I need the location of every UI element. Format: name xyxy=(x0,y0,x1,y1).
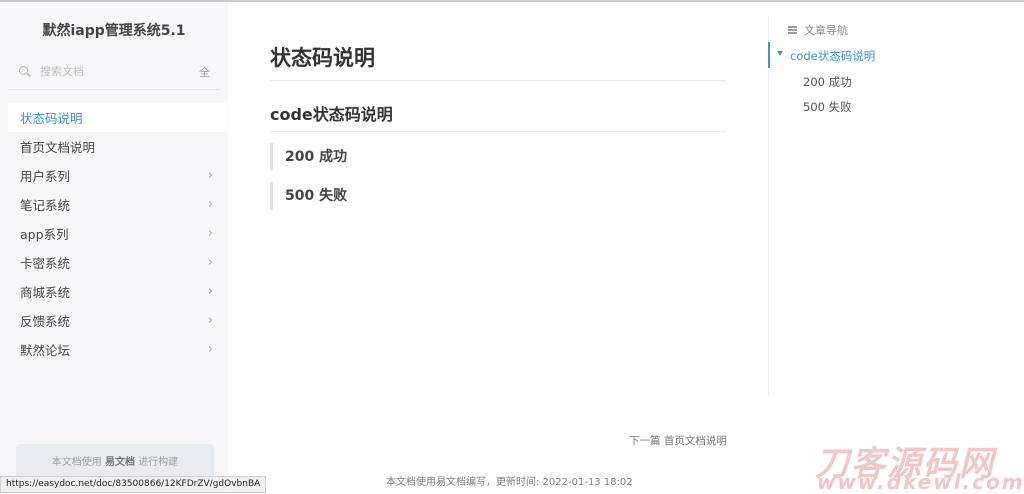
toc-divider xyxy=(768,16,769,396)
footer-text: 本文档使用易文档编写，更新时间: 2022-01-13 18:02 xyxy=(386,477,633,488)
list-icon xyxy=(788,26,797,34)
site-title[interactable]: 默然iapp管理系统5.1 xyxy=(0,20,228,40)
nav-item-notes-system[interactable]: 笔记系统 › xyxy=(8,190,227,219)
chevron-right-icon: › xyxy=(207,284,213,299)
chevron-right-icon: › xyxy=(207,255,213,270)
chevron-right-icon: › xyxy=(207,342,213,357)
doc-nav: 状态码说明 首页文档说明 用户系列 › 笔记系统 › app系列 › 卡密系统 … xyxy=(8,103,227,364)
toc-heading: 文章导航 xyxy=(788,22,848,38)
toc-active-indicator xyxy=(768,42,770,68)
built-with-brand: 易文档 xyxy=(105,457,135,468)
code-500-heading: 500 失败 xyxy=(270,182,470,210)
watermark-url: www.dkewl.com xyxy=(817,470,1024,494)
nav-item-home-docs[interactable]: 首页文档说明 xyxy=(8,132,227,161)
section-heading: code状态码说明 xyxy=(270,101,726,132)
nav-item-forum[interactable]: 默然论坛 › xyxy=(8,335,227,364)
search-bar[interactable]: 全 xyxy=(8,54,220,90)
built-with-prefix: 本文档使用 xyxy=(51,457,102,468)
code-200-heading: 200 成功 xyxy=(270,143,470,171)
nav-item-label: 笔记系统 xyxy=(20,198,71,213)
nav-item-label: app系列 xyxy=(20,227,69,242)
toc-heading-label: 文章导航 xyxy=(804,24,848,37)
nav-item-label: 首页文档说明 xyxy=(20,140,96,155)
built-with-suffix: 进行构建 xyxy=(138,457,179,468)
page-title: 状态码说明 xyxy=(270,42,726,81)
chevron-right-icon: › xyxy=(207,197,213,212)
caret-down-icon[interactable] xyxy=(777,51,783,56)
status-bar-url: https://easydoc.net/doc/83500866/12KFDrZ… xyxy=(0,476,267,493)
nav-item-label: 卡密系统 xyxy=(20,256,71,271)
nav-item-shop-system[interactable]: 商城系统 › xyxy=(8,277,227,306)
chevron-right-icon: › xyxy=(207,226,213,241)
nav-item-card-system[interactable]: 卡密系统 › xyxy=(8,248,227,277)
nav-item-feedback-system[interactable]: 反馈系统 › xyxy=(8,306,227,335)
nav-item-label: 用户系列 xyxy=(20,169,71,184)
search-icon xyxy=(18,65,32,79)
next-article-link[interactable]: 下一篇 首页文档说明 xyxy=(629,433,727,448)
search-input[interactable] xyxy=(40,65,199,78)
nav-item-label: 商城系统 xyxy=(20,285,71,300)
next-title: 首页文档说明 xyxy=(663,435,727,447)
next-prefix: 下一篇 xyxy=(629,435,661,447)
chevron-right-icon: › xyxy=(207,168,213,183)
toc-item-200[interactable]: 200 成功 xyxy=(803,74,852,90)
search-scope-toggle[interactable]: 全 xyxy=(199,64,210,80)
toc-item-code[interactable]: code状态码说明 xyxy=(790,48,875,64)
nav-item-user-series[interactable]: 用户系列 › xyxy=(8,161,227,190)
sidebar: 默然iapp管理系统5.1 全 状态码说明 首页文档说明 用户系列 › 笔记系统… xyxy=(0,2,228,494)
nav-item-app-series[interactable]: app系列 › xyxy=(8,219,227,248)
chevron-right-icon: › xyxy=(207,313,213,328)
nav-item-status-codes[interactable]: 状态码说明 xyxy=(8,103,227,132)
nav-item-label: 默然论坛 xyxy=(20,343,71,358)
nav-item-label: 反馈系统 xyxy=(20,314,71,329)
toc-item-500[interactable]: 500 失败 xyxy=(803,99,852,115)
nav-item-label: 状态码说明 xyxy=(20,111,83,126)
